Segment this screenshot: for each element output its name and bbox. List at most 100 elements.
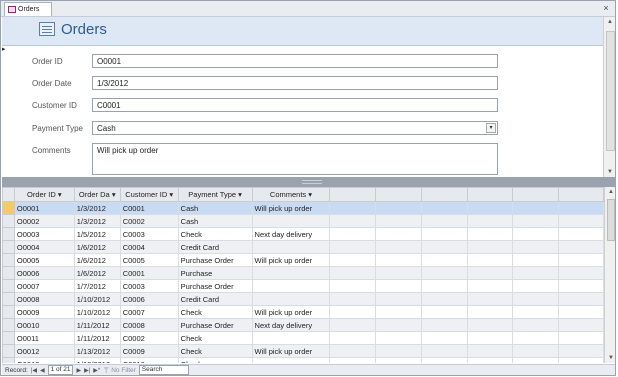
table-cell[interactable]: O0001 — [13, 201, 75, 215]
table-row[interactable]: O0006 1/6/2012 C0001 Purchase — [2, 266, 604, 280]
table-cell[interactable]: O0003 — [13, 227, 75, 241]
table-cell[interactable]: O0007 — [13, 279, 75, 293]
record-selector-arrow-icon[interactable]: ▸ — [2, 45, 12, 55]
row-selector[interactable] — [2, 357, 15, 363]
column-header[interactable]: Customer ID ▾ — [119, 187, 179, 202]
table-cell[interactable]: C0010 — [119, 357, 179, 363]
table-row[interactable]: O0011 1/11/2012 C0002 Check — [2, 331, 604, 345]
splitter-grip[interactable] — [302, 180, 322, 184]
row-selector[interactable] — [2, 344, 15, 358]
table-cell[interactable]: Purchase Order — [177, 318, 253, 332]
search-input[interactable]: Search — [138, 365, 189, 375]
table-row[interactable]: O0010 1/11/2012 C0008 Purchase Order Next da… — [2, 318, 604, 332]
table-cell[interactable]: 1/13/2012 — [73, 344, 121, 358]
table-cell[interactable]: C0003 — [119, 227, 179, 241]
scroll-down-icon[interactable]: ▼ — [608, 355, 614, 361]
select-all-cell[interactable] — [2, 187, 15, 202]
close-icon[interactable]: × — [601, 3, 611, 13]
table-cell[interactable]: C0009 — [119, 344, 179, 358]
table-cell[interactable]: Check — [177, 227, 253, 241]
table-cell[interactable] — [251, 292, 331, 306]
row-selector[interactable] — [2, 227, 15, 241]
next-record-icon[interactable]: ▶ — [76, 367, 81, 374]
scroll-thumb[interactable] — [606, 31, 615, 151]
table-cell[interactable]: Purchase — [177, 266, 253, 280]
table-cell[interactable]: C0001 — [119, 201, 179, 215]
table-cell[interactable]: Check — [177, 305, 253, 319]
table-cell[interactable]: C0001 — [119, 266, 179, 280]
table-row[interactable]: O0001 1/3/2012 C0001 Cash Will pick up order — [2, 201, 604, 215]
scroll-thumb[interactable] — [607, 199, 615, 241]
table-cell[interactable]: 1/7/2012 — [73, 279, 121, 293]
table-cell[interactable]: Will pick up order — [251, 344, 331, 358]
table-row[interactable]: O00131/13/2012C0010Check — [2, 357, 604, 363]
table-row[interactable]: O0009 1/10/2012 C0007 Check Will pick up ord… — [2, 305, 604, 319]
table-cell[interactable]: Will pick up order — [251, 253, 331, 267]
order-id-field[interactable]: O0001 — [92, 54, 498, 68]
table-cell[interactable]: O0010 — [13, 318, 75, 332]
tab-orders[interactable]: Orders — [4, 2, 53, 16]
scroll-up-icon[interactable]: ▲ — [607, 19, 613, 25]
table-cell[interactable]: 1/11/2012 — [73, 318, 121, 332]
table-cell[interactable]: O0008 — [13, 292, 75, 306]
table-row[interactable]: O0007 1/7/2012 C0003 Purchase Order — [2, 279, 604, 293]
column-header[interactable]: Order ID ▾ — [13, 187, 75, 202]
order-date-field[interactable]: 1/3/2012 — [92, 76, 498, 90]
table-cell[interactable]: C0006 — [119, 292, 179, 306]
table-row[interactable]: O0008 1/10/2012 C0006 Credit Card — [2, 292, 604, 306]
table-cell[interactable]: C0002 — [119, 214, 179, 228]
table-cell[interactable]: C0008 — [119, 318, 179, 332]
column-header[interactable]: Order Da ▾ — [73, 187, 121, 202]
table-cell[interactable]: Next day delivery — [251, 227, 331, 241]
table-cell[interactable]: O0013 — [13, 357, 75, 363]
table-cell[interactable]: C0003 — [119, 279, 179, 293]
table-row[interactable]: O0004 1/6/2012 C0004 Credit Card — [2, 240, 604, 254]
table-cell[interactable]: Purchase Order — [177, 253, 253, 267]
table-cell[interactable]: O0006 — [13, 266, 75, 280]
table-cell[interactable] — [251, 214, 331, 228]
row-selector[interactable] — [2, 214, 15, 228]
table-cell[interactable]: 1/6/2012 — [73, 240, 121, 254]
new-record-icon[interactable]: ▶* — [93, 367, 100, 374]
previous-record-icon[interactable]: ◀ — [40, 367, 45, 374]
table-cell[interactable]: C0005 — [119, 253, 179, 267]
table-cell[interactable]: O0004 — [13, 240, 75, 254]
table-cell[interactable]: O0012 — [13, 344, 75, 358]
table-cell[interactable] — [251, 357, 331, 363]
table-cell[interactable]: 1/13/2012 — [73, 357, 121, 363]
row-selector[interactable] — [2, 201, 15, 215]
table-cell[interactable]: 1/3/2012 — [73, 201, 121, 215]
row-selector[interactable] — [2, 331, 15, 345]
row-selector[interactable] — [2, 305, 15, 319]
table-cell[interactable]: O0011 — [13, 331, 75, 345]
table-cell[interactable]: C0002 — [119, 331, 179, 345]
row-selector[interactable] — [2, 266, 15, 280]
chevron-down-icon[interactable]: ▾ — [486, 123, 496, 133]
payment-type-combo[interactable]: Cash ▾ — [92, 121, 498, 135]
table-cell[interactable]: Check — [177, 357, 253, 363]
first-record-icon[interactable]: |◀ — [31, 367, 37, 374]
table-cell[interactable]: Will pick up order — [251, 201, 331, 215]
table-cell[interactable]: Next day delivery — [251, 318, 331, 332]
table-cell[interactable]: Purchase Order — [177, 279, 253, 293]
table-cell[interactable]: 1/3/2012 — [73, 214, 121, 228]
row-selector[interactable] — [2, 240, 15, 254]
table-cell[interactable]: Check — [177, 344, 253, 358]
table-cell[interactable] — [251, 279, 331, 293]
table-row[interactable]: O0012 1/13/2012 C0009 Check Will pick up ord… — [2, 344, 604, 358]
table-cell[interactable]: Cash — [177, 214, 253, 228]
table-cell[interactable]: 1/6/2012 — [73, 266, 121, 280]
table-cell[interactable]: Credit Card — [177, 240, 253, 254]
row-selector[interactable] — [2, 253, 15, 267]
datasheet-scrollbar[interactable]: ▲ ▼ — [604, 187, 615, 363]
scroll-down-icon[interactable]: ▼ — [607, 169, 613, 175]
split-form-splitter[interactable] — [2, 177, 615, 187]
current-record-input[interactable]: 1 of 21 — [47, 365, 74, 375]
comments-field[interactable]: Will pick up order — [92, 143, 498, 175]
scroll-up-icon[interactable]: ▲ — [608, 189, 614, 195]
table-cell[interactable]: Check — [177, 331, 253, 345]
column-header[interactable]: Comments ▾ — [251, 187, 331, 202]
table-cell[interactable]: 1/11/2012 — [73, 331, 121, 345]
table-cell[interactable]: O0002 — [13, 214, 75, 228]
table-cell[interactable]: 1/5/2012 — [73, 227, 121, 241]
